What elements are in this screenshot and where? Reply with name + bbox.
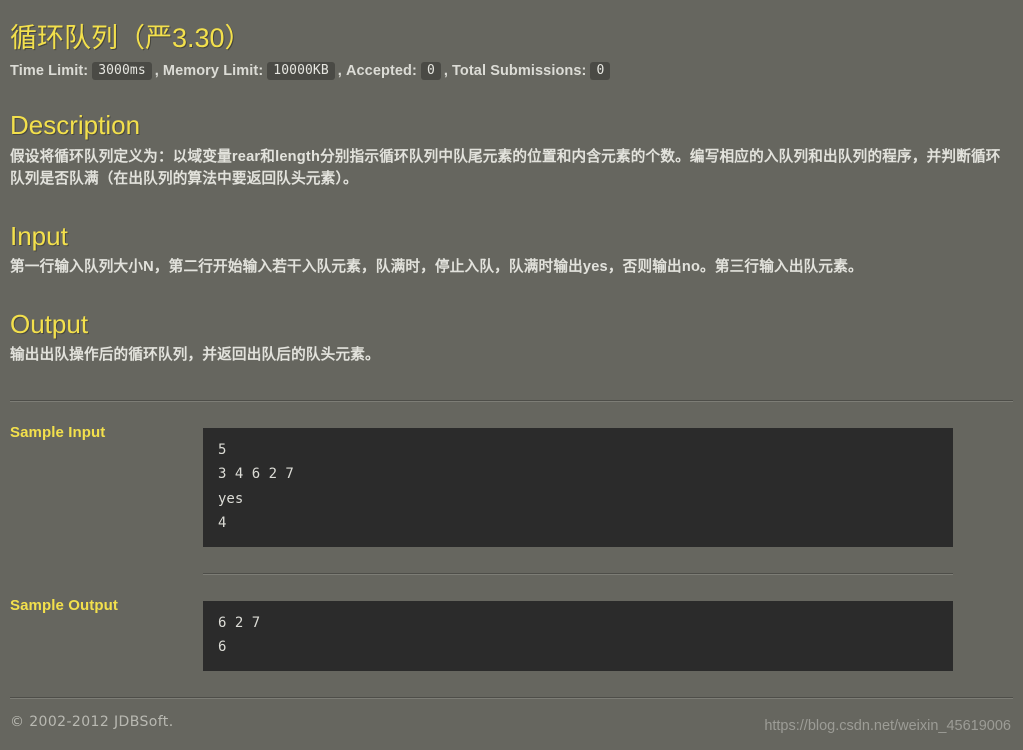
sample-output-label: Sample Output	[10, 596, 118, 614]
section-description: Description 假设将循环队列定义为：以域变量rear和length分别…	[10, 110, 1013, 190]
memory-limit-label: Memory Limit:	[162, 63, 264, 80]
samples-inner-divider	[10, 561, 1013, 575]
samples-divider-line	[203, 572, 953, 575]
sample-output-row: Sample Output 6 2 7 6	[10, 587, 1013, 685]
limits-separator-2: ,	[337, 63, 342, 80]
accepted-value: 0	[420, 61, 441, 81]
sample-input-label: Sample Input	[10, 424, 106, 442]
problem-limits-bar: Time Limit: 3000ms , Memory Limit: 10000…	[10, 61, 1013, 81]
total-submissions-value: 0	[590, 61, 611, 81]
page-title: 循环队列（严3.30）	[10, 23, 252, 53]
description-body: 假设将循环队列定义为：以域变量rear和length分别指示循环队列中队尾元素的…	[10, 148, 1001, 188]
sample-input-code[interactable]: 5 3 4 6 2 7 yes 4	[203, 428, 953, 547]
output-body: 输出出队操作后的循环队列，并返回出队后的队头元素。	[10, 346, 380, 363]
time-limit-label: Time Limit:	[10, 63, 89, 80]
accepted-label: Accepted:	[345, 63, 417, 80]
memory-limit-value: 10000KB	[267, 61, 335, 81]
limits-separator-3: ,	[443, 63, 449, 80]
watermark-url: https://blog.csdn.net/weixin_45619006	[764, 718, 1011, 734]
samples-divider	[10, 400, 1013, 403]
footer-copyright: © 2002-2012 JDBSoft.	[10, 714, 174, 730]
description-heading: Description	[10, 110, 141, 141]
time-limit-value: 3000ms	[92, 61, 152, 81]
total-submissions-label: Total Submissions:	[452, 63, 587, 80]
input-body: 第一行输入队列大小N，第二行开始输入若干入队元素，队满时，停止入队，队满时输出y…	[10, 258, 863, 275]
section-input: Input 第一行输入队列大小N，第二行开始输入若干入队元素，队满时，停止入队，…	[10, 221, 1013, 279]
output-heading: Output	[10, 308, 89, 339]
section-output: Output 输出出队操作后的循环队列，并返回出队后的队头元素。	[10, 309, 1013, 367]
input-heading: Input	[10, 220, 68, 251]
sample-output-code[interactable]: 6 2 7 6	[203, 600, 953, 671]
sample-input-row: Sample Input 5 3 4 6 2 7 yes 4	[10, 414, 1013, 560]
problem-page: 循环队列（严3.30） Time Limit: 3000ms , Memory …	[0, 0, 1023, 750]
samples-divider-spacer	[10, 561, 203, 575]
limits-separator-1: ,	[154, 63, 159, 80]
footer-divider	[10, 697, 1013, 699]
